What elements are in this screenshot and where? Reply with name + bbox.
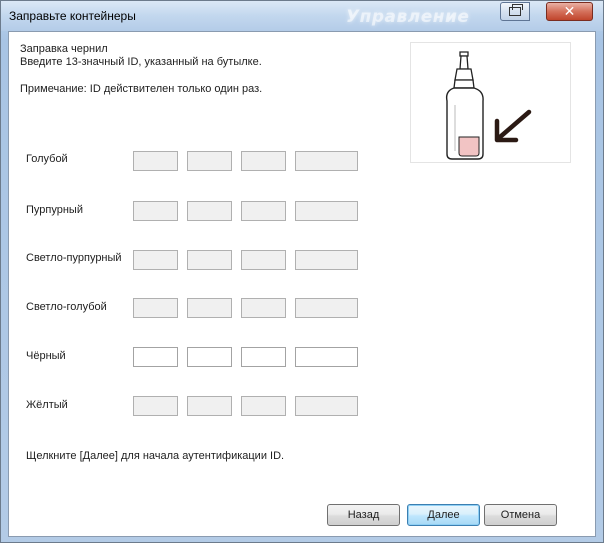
id-field-cyan-3 [241,151,286,171]
id-field-light-cyan-1 [133,298,178,318]
row-label-magenta: Пурпурный [26,204,83,216]
id-field-cyan-2 [187,151,232,171]
id-field-black-1[interactable] [133,347,178,367]
id-field-magenta-4 [295,201,358,221]
instruction-text: Введите 13-значный ID, указанный на буты… [20,56,262,68]
id-field-light-magenta-1 [133,250,178,270]
id-field-cyan-1 [133,151,178,171]
close-icon: ✕ [563,3,576,20]
note-text: Примечание: ID действителен только один … [20,83,263,95]
ink-bottle-illustration [410,42,571,163]
row-label-yellow: Жёлтый [26,399,68,411]
id-field-light-cyan-3 [241,298,286,318]
dialog-content: Заправка чернил Введите 13-значный ID, у… [8,31,596,537]
id-field-yellow-3 [241,396,286,416]
cancel-button[interactable]: Отмена [484,504,557,526]
id-field-black-2[interactable] [187,347,232,367]
id-field-yellow-2 [187,396,232,416]
id-field-light-magenta-4 [295,250,358,270]
row-label-light-cyan: Светло-голубой [26,301,107,313]
back-button[interactable]: Назад [327,504,400,526]
id-field-black-4[interactable] [295,347,358,367]
hint-text: Щелкните [Далее] для начала аутентификац… [26,450,285,462]
id-field-yellow-4 [295,396,358,416]
title-bar[interactable]: Заправьте контейнеры Управление ✕ [1,1,603,31]
id-field-light-cyan-2 [187,298,232,318]
ink-level-indicator [458,136,480,157]
id-field-light-magenta-2 [187,250,232,270]
row-label-black: Чёрный [26,350,66,362]
row-label-cyan: Голубой [26,153,68,165]
restore-icon [509,4,523,16]
id-field-light-cyan-4 [295,298,358,318]
bottle-icon [445,51,532,160]
row-label-light-magenta: Светло-пурпурный [26,252,122,264]
id-field-yellow-1 [133,396,178,416]
id-field-light-magenta-3 [241,250,286,270]
background-window-title: Управление [346,7,470,27]
window-title: Заправьте контейнеры [9,9,136,23]
id-field-black-3[interactable] [241,347,286,367]
next-button[interactable]: Далее [407,504,480,526]
id-field-magenta-2 [187,201,232,221]
id-field-magenta-1 [133,201,178,221]
dialog-window: Заправьте контейнеры Управление ✕ Заправ… [0,0,604,543]
id-field-magenta-3 [241,201,286,221]
close-button[interactable]: ✕ [546,2,593,21]
restore-button[interactable] [500,2,530,21]
id-field-cyan-4 [295,151,358,171]
refill-heading: Заправка чернил [20,43,108,55]
